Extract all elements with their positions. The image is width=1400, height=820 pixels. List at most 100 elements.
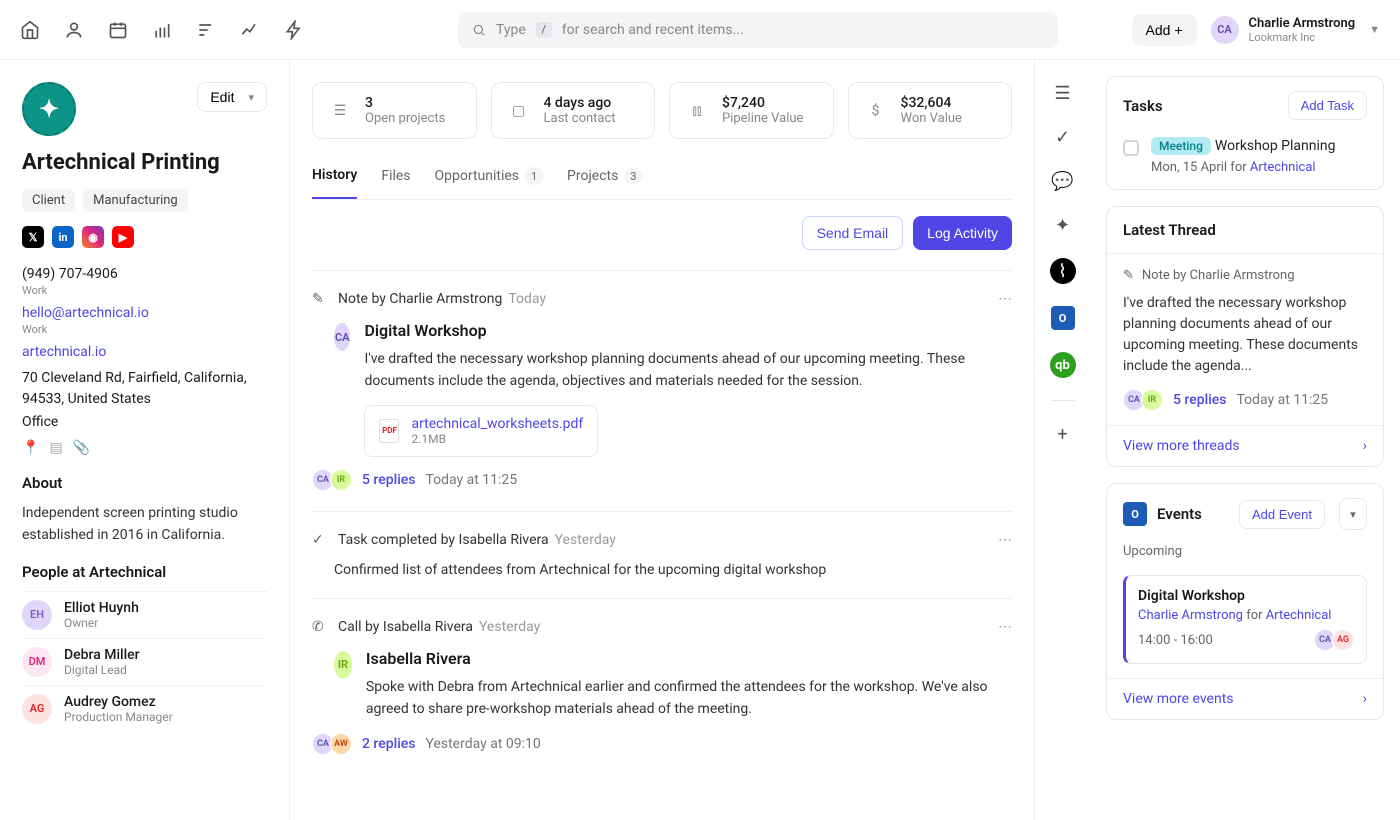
add-button[interactable]: Add + — [1132, 14, 1197, 46]
tab-opportunities[interactable]: Opportunities1 — [435, 159, 544, 199]
tag-manufacturing[interactable]: Manufacturing — [83, 189, 188, 212]
user-name: Charlie Armstrong — [1249, 16, 1356, 31]
view-more-threads[interactable]: View more threads› — [1107, 425, 1383, 466]
send-email-button[interactable]: Send Email — [802, 216, 904, 250]
more-icon[interactable]: ⋯ — [998, 532, 1012, 548]
bars-icon[interactable] — [152, 20, 172, 40]
thread-replies-link[interactable]: 5 replies — [1173, 392, 1226, 408]
add-task-button[interactable]: Add Task — [1288, 91, 1367, 120]
stack-icon[interactable]: ☰ — [1052, 82, 1074, 104]
outlook-icon: O — [1123, 502, 1147, 526]
task-pill: Meeting — [1151, 137, 1211, 155]
phone-label: Work — [22, 284, 267, 297]
youtube-icon[interactable]: ▶ — [112, 226, 134, 248]
clip-icon[interactable]: 📎 — [73, 440, 90, 456]
task-checkbox[interactable] — [1123, 140, 1139, 156]
filter-icon: ☰ — [327, 98, 353, 124]
chevron-down-icon[interactable]: ▾ — [1339, 498, 1367, 530]
thread-body-text: I've drafted the necessary workshop plan… — [1123, 293, 1367, 377]
reply-avatar: AW — [330, 733, 352, 755]
sparkle-icon[interactable]: ✦ — [1052, 214, 1074, 236]
tag-client[interactable]: Client — [22, 189, 75, 212]
person-role: Owner — [64, 616, 139, 630]
event-org[interactable]: Artechnical — [1266, 608, 1332, 623]
phone-value: (949) 707-4906 — [22, 266, 267, 282]
person-name: Elliot Huynh — [64, 600, 139, 616]
tasks-title: Tasks — [1123, 97, 1163, 115]
stat-last-contact[interactable]: ▢4 days agoLast contact — [491, 82, 656, 139]
search-icon — [472, 23, 486, 37]
more-icon[interactable]: ⋯ — [998, 291, 1012, 307]
x-icon[interactable]: 𝕏 — [22, 226, 44, 248]
outlook-icon[interactable]: O — [1051, 306, 1075, 330]
company-logo: ✦ — [22, 82, 76, 136]
attachment[interactable]: PDF artechnical_worksheets.pdf2.1MB — [364, 405, 598, 457]
event-who[interactable]: Charlie Armstrong — [1138, 608, 1243, 623]
person-icon[interactable] — [64, 20, 84, 40]
event-title: Digital Workshop — [1138, 588, 1354, 604]
about-title: About — [22, 474, 267, 492]
user-avatar: CA — [1211, 16, 1239, 44]
stat-won[interactable]: $$32,604Won Value — [848, 82, 1013, 139]
pin-icon[interactable]: 📍 — [22, 440, 39, 456]
stat-pipeline[interactable]: ⫾⫾$7,240Pipeline Value — [669, 82, 834, 139]
event-avatar: AG — [1332, 629, 1354, 651]
calendar-icon[interactable] — [108, 20, 128, 40]
entry-body-text: Spoke with Debra from Artechnical earlie… — [366, 676, 1012, 721]
linkedin-icon[interactable]: in — [52, 226, 74, 248]
search-hint: for search and recent items... — [562, 22, 744, 38]
tab-files[interactable]: Files — [381, 159, 410, 199]
stat-open-projects[interactable]: ☰3Open projects — [312, 82, 477, 139]
person-role: Production Manager — [64, 710, 173, 724]
website-link[interactable]: artechnical.io — [22, 344, 267, 360]
author-avatar: IR — [334, 651, 352, 679]
person-row[interactable]: DM Debra MillerDigital Lead — [22, 638, 267, 685]
plus-icon[interactable]: + — [1052, 423, 1074, 445]
event-card[interactable]: Digital Workshop Charlie Armstrong for A… — [1123, 575, 1367, 664]
check-circle-icon[interactable]: ✓ — [1052, 126, 1074, 148]
tab-history[interactable]: History — [312, 159, 357, 199]
replies-link[interactable]: 2 replies — [362, 736, 415, 752]
chevron-right-icon: › — [1363, 438, 1367, 454]
user-menu[interactable]: CA Charlie Armstrong Lookmark Inc ▼ — [1211, 16, 1381, 44]
reply-time: Yesterday at 09:10 — [425, 736, 540, 752]
pdf-icon: PDF — [379, 419, 399, 443]
person-name: Debra Miller — [64, 647, 140, 663]
more-icon[interactable]: ⋯ — [998, 619, 1012, 635]
person-row[interactable]: EH Elliot HuynhOwner — [22, 591, 267, 638]
task-date: Mon, 15 April for — [1151, 160, 1250, 175]
add-event-button[interactable]: Add Event — [1239, 500, 1325, 529]
company-name: Artechnical Printing — [22, 150, 267, 175]
event-time: 14:00 - 16:00 — [1138, 633, 1213, 648]
email-link[interactable]: hello@artechnical.io — [22, 305, 267, 321]
quickbooks-icon[interactable]: qb — [1050, 352, 1076, 378]
calendar-icon: ▢ — [506, 98, 532, 124]
replies-link[interactable]: 5 replies — [362, 472, 415, 488]
entry-header: Call by Isabella RiveraYesterday — [338, 619, 540, 635]
task-name[interactable]: Workshop Planning — [1215, 138, 1336, 154]
log-activity-button[interactable]: Log Activity — [913, 216, 1012, 250]
person-avatar: DM — [22, 647, 52, 677]
bolt-icon[interactable] — [284, 20, 304, 40]
view-more-events[interactable]: View more events› — [1107, 678, 1383, 719]
chat-icon[interactable]: 💬 — [1052, 170, 1074, 192]
attachment-size: 2.1MB — [411, 432, 583, 446]
task-company-link[interactable]: Artechnical — [1250, 160, 1316, 175]
trend-icon[interactable] — [240, 20, 260, 40]
check-icon: ✓ — [312, 532, 328, 548]
home-icon[interactable] — [20, 20, 40, 40]
search-hint-left: Type — [496, 22, 526, 38]
edit-button[interactable]: Edit▾ — [197, 82, 267, 112]
chevron-down-icon: ▼ — [1369, 23, 1380, 36]
chevron-down-icon: ▾ — [248, 91, 254, 104]
person-row[interactable]: AG Audrey GomezProduction Manager — [22, 685, 267, 732]
instagram-icon[interactable]: ◉ — [82, 226, 104, 248]
list-icon[interactable] — [196, 20, 216, 40]
chevron-right-icon: › — [1363, 691, 1367, 707]
search-kbd: / — [536, 22, 552, 38]
tab-projects[interactable]: Projects3 — [567, 159, 642, 199]
phone-icon: ✆ — [312, 619, 328, 635]
search-input[interactable]: Type / for search and recent items... — [458, 12, 1058, 48]
book-icon[interactable]: ▤ — [49, 440, 62, 456]
rss-icon[interactable]: ⌇ — [1050, 258, 1076, 284]
